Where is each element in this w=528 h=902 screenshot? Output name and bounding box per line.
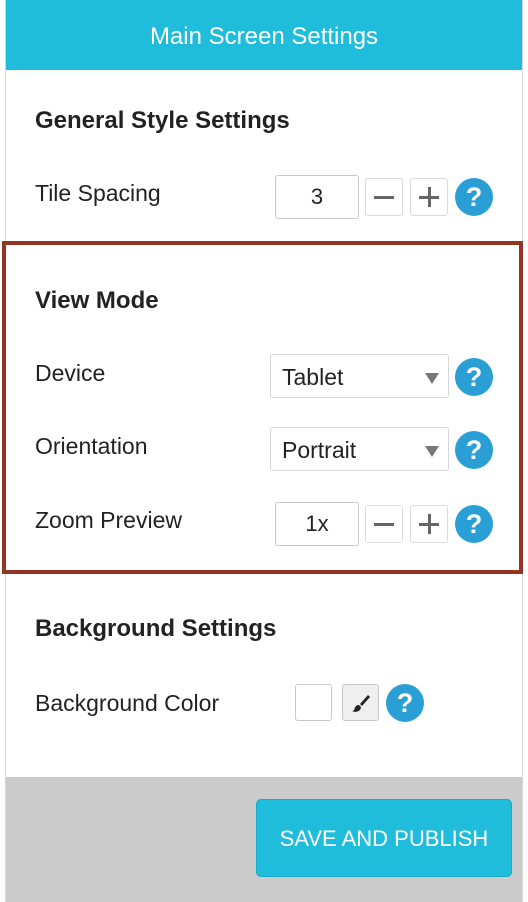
background-settings-title: Background Settings	[35, 615, 277, 642]
color-picker-button[interactable]	[342, 684, 379, 721]
background-color-label: Background Color	[35, 690, 220, 716]
zoom-preview-label: Zoom Preview	[35, 507, 182, 533]
background-color-help-icon[interactable]: ?	[386, 684, 424, 722]
zoom-decrement-button[interactable]	[365, 505, 403, 543]
general-style-title: General Style Settings	[35, 107, 290, 134]
minus-icon	[374, 195, 394, 199]
save-and-publish-button[interactable]: SAVE AND PUBLISH	[256, 799, 512, 877]
device-label: Device	[35, 360, 106, 386]
panel-header: Main Screen Settings	[6, 0, 522, 70]
minus-icon	[374, 522, 394, 526]
zoom-increment-button[interactable]	[410, 505, 448, 543]
device-select[interactable]: Tablet	[270, 354, 449, 398]
paintbrush-icon	[351, 694, 370, 712]
view-mode-title: View Mode	[35, 287, 159, 314]
orientation-select[interactable]: Portrait	[270, 427, 449, 471]
background-color-swatch[interactable]	[295, 684, 332, 721]
orientation-select-value: Portrait	[282, 437, 357, 463]
chevron-down-icon	[425, 373, 439, 384]
tile-spacing-decrement-button[interactable]	[365, 178, 403, 216]
device-help-icon[interactable]: ?	[455, 358, 493, 396]
tile-spacing-input[interactable]: 3	[275, 175, 359, 219]
chevron-down-icon	[425, 446, 439, 457]
zoom-preview-input[interactable]: 1x	[275, 502, 359, 546]
settings-panel: Main Screen Settings General Style Setti…	[2, 0, 523, 902]
tile-spacing-increment-button[interactable]	[410, 178, 448, 216]
tile-spacing-label: Tile Spacing	[35, 180, 161, 206]
orientation-help-icon[interactable]: ?	[455, 431, 493, 469]
footer-bar: SAVE AND PUBLISH	[6, 777, 522, 902]
orientation-label: Orientation	[35, 433, 148, 459]
device-select-value: Tablet	[282, 364, 344, 390]
page-title: Main Screen Settings	[149, 23, 379, 50]
tile-spacing-help-icon[interactable]: ?	[455, 178, 493, 216]
zoom-help-icon[interactable]: ?	[455, 505, 493, 543]
